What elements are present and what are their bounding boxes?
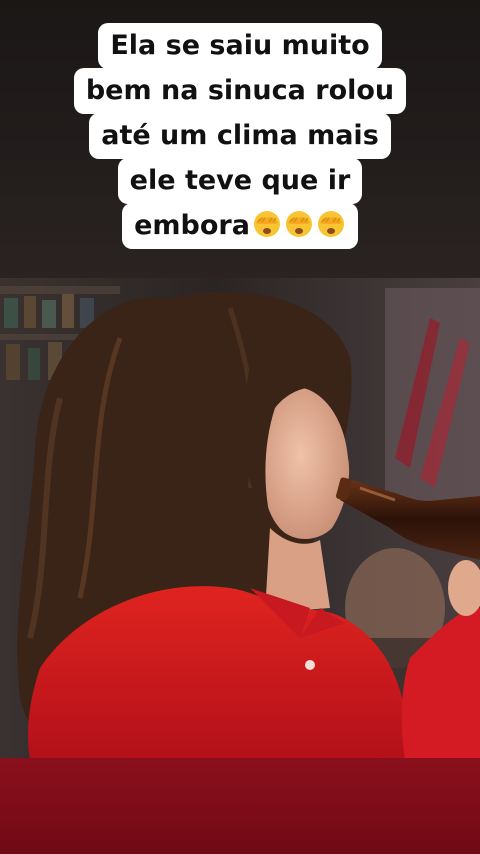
scene-illustration: [0, 278, 480, 760]
caption-line-1: Ela se saiu muito: [98, 23, 382, 69]
face-with-hand-over-eyes-emoji: [285, 211, 312, 237]
caption-overlay: Ela se saiu muito bem na sinuca rolou at…: [0, 23, 480, 249]
caption-line-5-text: embora: [134, 210, 250, 241]
shirt-button: [305, 660, 315, 670]
bottom-red-band: [0, 758, 480, 854]
caption-line-3: até um clima mais: [89, 113, 391, 159]
caption-line-4: ele teve que ir: [117, 158, 363, 204]
caption-line-5: embora: [122, 203, 358, 249]
face-with-hand-over-eyes-emoji: [317, 211, 344, 237]
caption-line-2: bem na sinuca rolou: [73, 68, 407, 114]
background-poster: [385, 288, 480, 508]
video-frame[interactable]: Ela se saiu muito bem na sinuca rolou at…: [0, 0, 480, 854]
video-scene: [0, 278, 480, 760]
face-with-hand-over-eyes-emoji: [253, 211, 280, 237]
